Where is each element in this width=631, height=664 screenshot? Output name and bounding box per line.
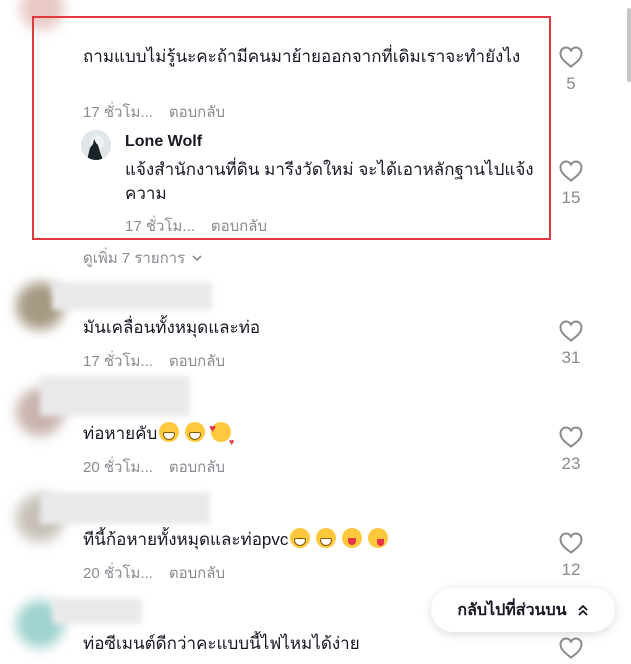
chevron-down-icon [192,255,202,262]
like-button[interactable]: 15 [551,160,591,208]
username-redacted [40,376,190,416]
like-count: 12 [561,560,581,579]
wolf-avatar-icon [81,130,111,160]
like-count: 31 [561,348,581,367]
comment-time: 17 ชั่วโม... [83,353,153,370]
like-count: 5 [566,74,576,93]
reply-time: 17 ชั่วโม... [125,218,195,235]
heart-icon [559,46,583,68]
view-more-label: ดูเพิ่ม 7 รายการ [83,250,186,267]
scrollbar[interactable] [625,0,631,664]
zany-face-icon [342,528,363,548]
reply-button[interactable]: ตอบกลับ [211,214,267,238]
comment-time: 17 ชั่วโม... [83,104,153,121]
like-count: 15 [561,188,581,207]
reply-author[interactable]: Lone Wolf [125,133,202,151]
comment-meta: 17 ชั่วโม... ตอบกลับ [83,100,225,124]
winking-tongue-icon [368,528,389,548]
double-chevron-up-icon [577,604,588,616]
comment-text-content: ทีนี้ก้อหายทั้งหมุดและท่อpvc [83,530,289,549]
comment-meta: 20 ชั่วโม... ตอบกลับ [83,455,225,479]
comment-text: ท่อหายคับ [83,417,523,454]
reply-meta: 17 ชั่วโม... ตอบกลับ [125,214,267,238]
comment-text-content: ท่อหายคับ [83,424,158,443]
reply-button[interactable]: ตอบกลับ [169,349,225,373]
like-button[interactable]: 23 [551,426,591,474]
comment-meta: 17 ชั่วโม... ตอบกลับ [83,349,225,373]
like-button[interactable]: 12 [551,532,591,580]
reply-text: แจ้งสำนักงานที่ดิน มารีงวัดใหม่ จะได้เอา… [125,160,534,203]
like-count: 23 [561,454,581,473]
like-button[interactable]: 31 [551,320,591,368]
reply-button[interactable]: ตอบกลับ [169,561,225,585]
view-more-replies-button[interactable]: ดูเพิ่ม 7 รายการ [83,246,203,270]
heart-icon [559,320,583,342]
like-button[interactable]: 5 [551,46,591,94]
comment-text: ทีนี้ก้อหายทั้งหมุดและท่อpvc [83,528,523,552]
like-button[interactable] [551,637,591,659]
heart-icon [559,637,583,659]
comment-text: มันเคลื่อนทั้งหมุดและท่อ [83,318,261,337]
comment-text: ถามแบบไม่รู้นะคะถ้ามีคนมาย้ายออกจากที่เด… [83,47,521,66]
reply-button[interactable]: ตอบกลับ [169,100,225,124]
back-to-top-label: กลับไปที่ส่วนบน [457,601,567,619]
username-redacted [40,492,210,524]
avatar[interactable] [81,130,111,160]
comment-meta: 20 ชั่วโม... ตอบกลับ [83,561,225,585]
comment-text: ท่อซีเมนต์ดีกว่าคะแบบนี้ไฟไหมได้ง่าย [83,634,360,653]
back-to-top-button[interactable]: กลับไปที่ส่วนบน [431,588,615,632]
grin-icon [159,422,180,442]
reply-button[interactable]: ตอบกลับ [169,455,225,479]
comment-time: 20 ชั่วโม... [83,565,153,582]
grin-icon [185,422,206,442]
heart-icon [559,426,583,448]
grin-icon [290,528,311,548]
heart-icon [559,160,583,182]
username-redacted [52,282,212,310]
comment-time: 20 ชั่วโม... [83,459,153,476]
username-redacted [52,598,142,624]
smiling-face-with-hearts-icon [209,417,234,454]
heart-icon [559,532,583,554]
scrollbar-thumb[interactable] [627,8,631,82]
grin-icon [316,528,337,548]
